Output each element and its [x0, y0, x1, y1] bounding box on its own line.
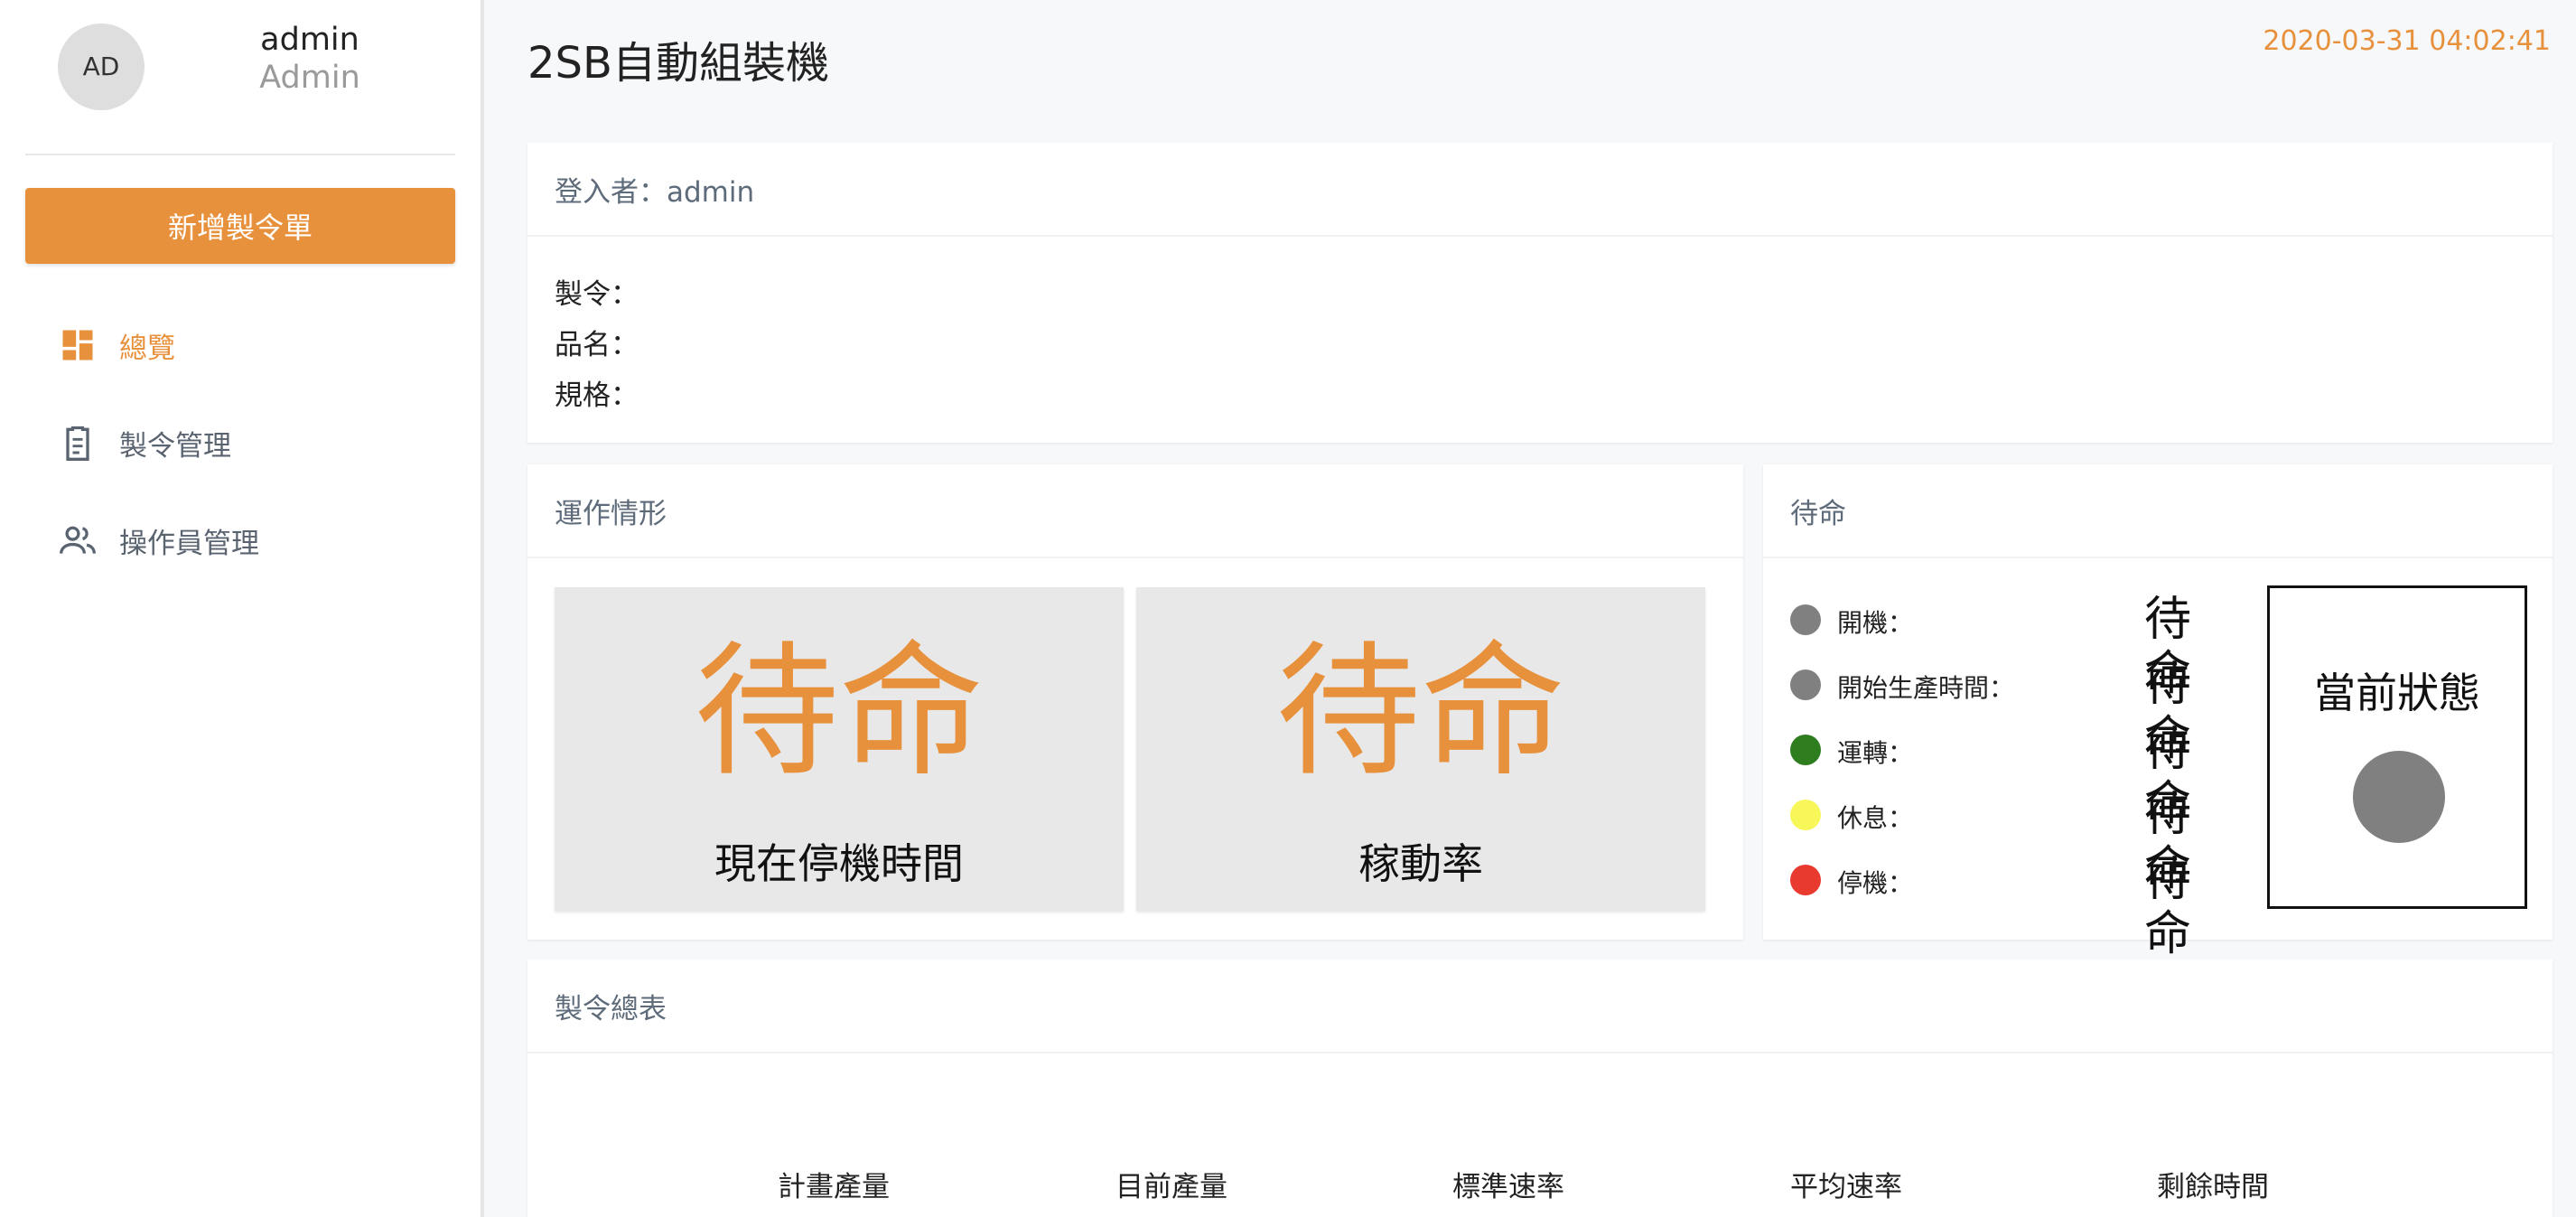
status-card: 待命 開機： 待命 開始生產時間： 待命 運轉： 待命 休息： 待命 停機： 待…	[1763, 464, 2553, 961]
users-icon	[58, 520, 98, 560]
column-header-average-rate: 平均速率	[1790, 1171, 1902, 1203]
column-header-current-output: 目前產量	[1115, 1171, 1227, 1203]
column-header-planned-output: 計畫產量	[778, 1171, 890, 1203]
sidebar-item-label: 操作員管理	[119, 527, 259, 560]
status-value: 待命	[2144, 853, 2192, 961]
downtime-stat: 待命 現在停機時間	[555, 587, 1124, 911]
status-label: 開始生產時間：	[1837, 673, 2015, 703]
stat-label: 現在停機時間	[714, 839, 964, 888]
stat-value: 待命	[694, 627, 984, 796]
sidebar-item-overview[interactable]: 總覽	[58, 318, 175, 372]
sidebar: AD admin Admin 新增製令單 總覽 製令管理 操作員管理	[0, 0, 484, 1217]
sidebar-item-operators[interactable]: 操作員管理	[58, 513, 259, 567]
status-label: 開機：	[1837, 608, 1914, 638]
datetime-display: 2020-03-31 04:02:41	[2263, 25, 2551, 57]
utilization-stat: 待命 稼動率	[1136, 587, 1705, 911]
status-label: 停機：	[1837, 868, 1914, 898]
status-row-running: 運轉： 待命	[1790, 723, 2233, 831]
product-name-label: 品名：	[555, 329, 639, 361]
operation-card-header: 運作情形	[527, 464, 1743, 558]
page-title: 2SB自動組裝機	[527, 38, 829, 89]
column-header-standard-rate: 標準速率	[1452, 1171, 1564, 1203]
sidebar-item-label: 製令管理	[119, 429, 231, 463]
sidebar-item-orders[interactable]: 製令管理	[58, 416, 231, 470]
status-indicator-dot	[1790, 800, 1821, 830]
dashboard-icon	[58, 325, 98, 365]
status-label: 休息：	[1837, 803, 1914, 833]
avatar[interactable]: AD	[58, 23, 145, 110]
login-card-header: 登入者：admin	[527, 143, 2553, 237]
sidebar-item-label: 總覽	[119, 332, 175, 365]
operation-card: 運作情形 待命 現在停機時間 待命 稼動率	[527, 464, 1743, 940]
user-profile: AD admin Admin	[25, 0, 455, 155]
status-row-production-start: 開始生產時間： 待命	[1790, 658, 2233, 766]
current-state-panel: 當前狀態	[2267, 585, 2527, 909]
current-state-light	[2353, 751, 2445, 843]
status-row-rest: 休息： 待命	[1790, 788, 2233, 896]
status-indicator-dot	[1790, 735, 1821, 765]
login-info-card: 登入者：admin 製令： 品名： 規格：	[527, 143, 2553, 443]
status-indicator-dot	[1790, 604, 1821, 635]
status-row-stopped: 停機： 待命	[1790, 853, 2233, 961]
status-indicator-dot	[1790, 865, 1821, 895]
new-order-button[interactable]: 新增製令單	[25, 188, 455, 264]
status-indicator-dot	[1790, 669, 1821, 700]
summary-card-header: 製令總表	[527, 960, 2553, 1053]
stat-value: 待命	[1275, 627, 1565, 796]
user-role: Admin	[259, 60, 360, 96]
current-state-label: 當前狀態	[2314, 669, 2480, 717]
status-row-power-on: 開機： 待命	[1790, 593, 2233, 701]
column-header-remaining-time: 剩餘時間	[2157, 1171, 2269, 1203]
status-label: 運轉：	[1837, 738, 1914, 768]
status-card-header: 待命	[1763, 464, 2553, 558]
clipboard-icon	[58, 423, 98, 463]
stat-label: 稼動率	[1358, 839, 1483, 888]
user-name: admin	[260, 22, 359, 58]
spec-label: 規格：	[555, 379, 639, 412]
order-number-label: 製令：	[555, 278, 639, 311]
